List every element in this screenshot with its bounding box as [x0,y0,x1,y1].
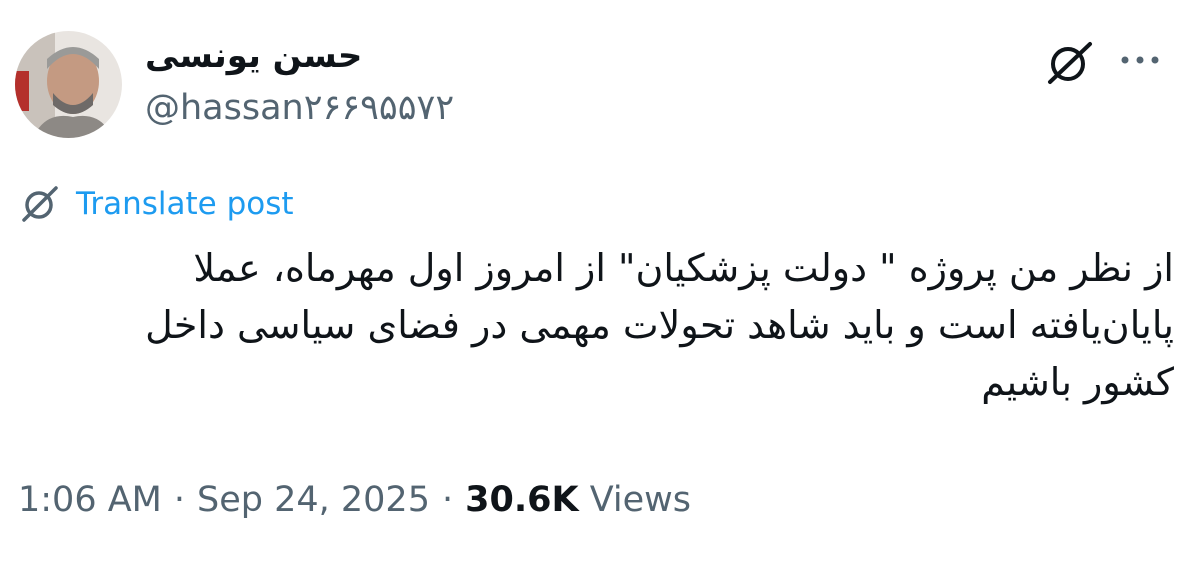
translate-post-label[interactable]: Translate post [76,182,294,226]
grok-icon [22,186,58,222]
author-display-name[interactable]: حسن یونسی [145,32,362,80]
avatar[interactable] [15,31,122,138]
avatar-photo [15,31,122,138]
meta-separator: · [441,480,454,520]
post-date[interactable]: Sep 24, 2025 [197,480,430,520]
tweet-card: حسن یونسی @hassan۲۶۶۹۵۵۷۲ Translate post… [0,0,1200,569]
meta-separator: · [173,480,186,520]
views-count[interactable]: 30.6K [465,480,578,520]
translate-post-link[interactable]: Translate post [18,182,294,226]
post-meta: 1:06 AM · Sep 24, 2025 · 30.6K Views [18,476,691,524]
post-text: از نظر من پروژه " دولت پزشکیان" از امروز… [145,246,1174,404]
post-time[interactable]: 1:06 AM [18,480,162,520]
views-label[interactable]: Views [590,480,691,520]
grok-icon[interactable] [1042,38,1098,86]
more-options-icon[interactable] [1116,48,1164,72]
author-handle[interactable]: @hassan۲۶۶۹۵۵۷۲ [145,84,454,132]
